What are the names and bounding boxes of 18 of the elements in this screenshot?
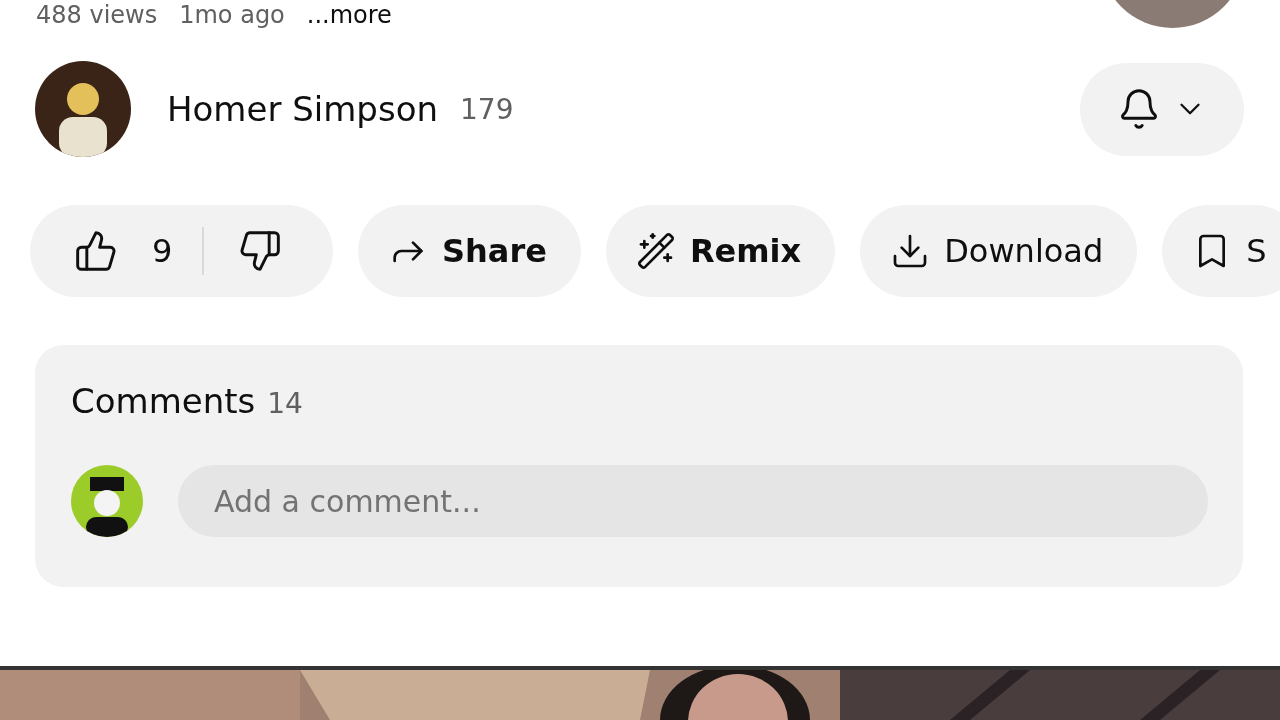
comment-count: 14 [267,387,303,420]
view-count: 488 views [36,0,158,30]
more-link[interactable]: ...more [306,0,392,30]
thumbs-down-icon [238,229,283,273]
subscriber-count: 179 [460,92,514,126]
comments-title: Comments [71,381,256,421]
upload-age: 1mo ago [179,0,285,30]
person-silhouette-icon [86,477,128,537]
thumbs-up-icon [74,229,118,273]
comment-input[interactable]: Add a comment... [178,465,1208,537]
share-button[interactable]: Share [358,205,581,297]
download-button[interactable]: Download [860,205,1138,297]
like-button[interactable]: 9 [30,205,173,297]
person-silhouette-icon [59,83,107,157]
wand-icon [635,231,676,271]
save-button[interactable]: S [1162,205,1280,297]
channel-name[interactable]: Homer Simpson [167,89,438,129]
remix-button[interactable]: Remix [605,205,836,297]
